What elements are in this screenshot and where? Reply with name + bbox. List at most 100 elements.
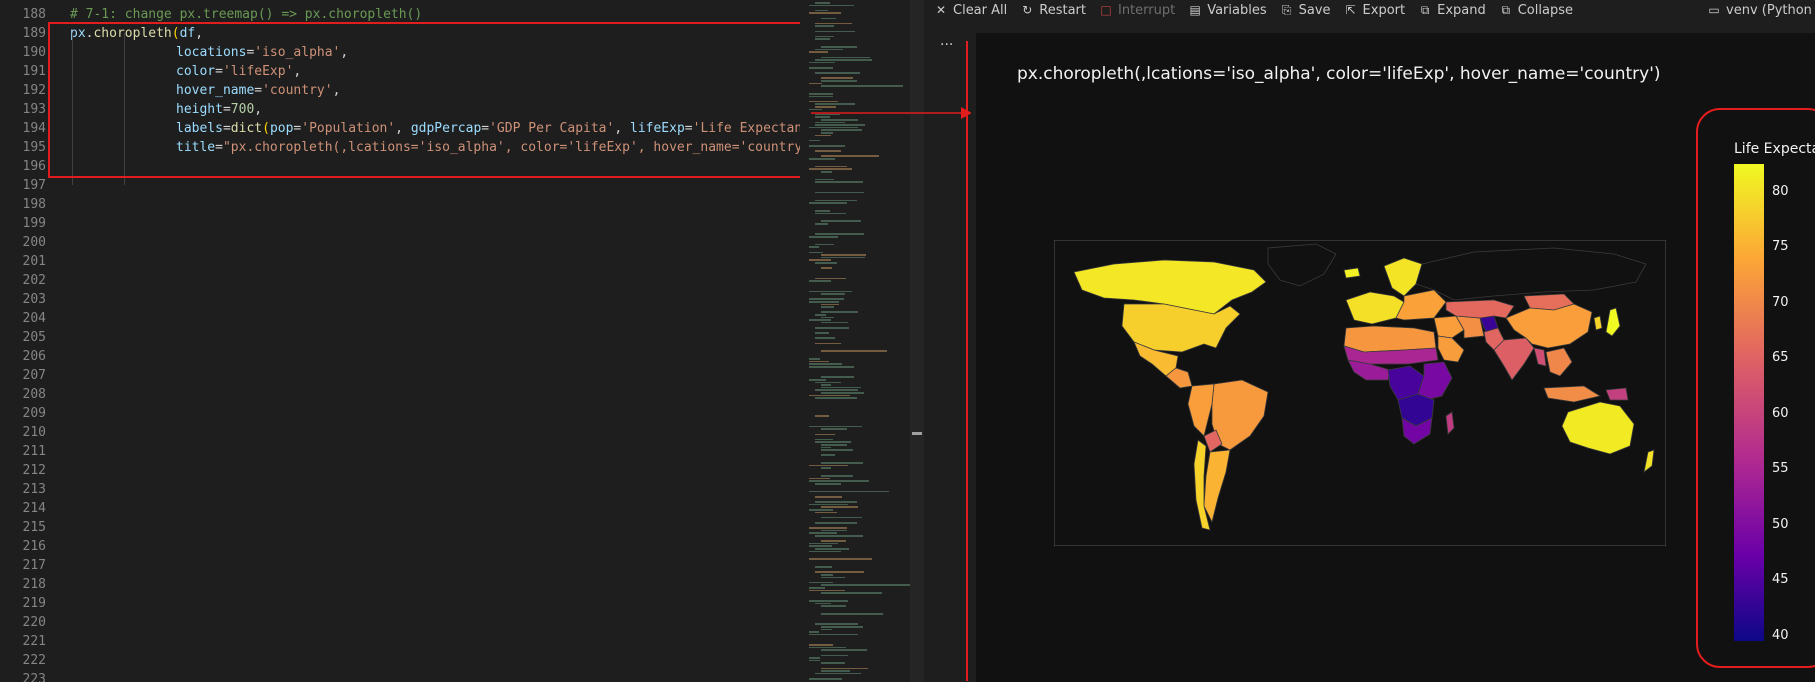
minimap-line [821, 321, 848, 324]
colorbar-tick-label: 80 [1772, 183, 1789, 199]
minimap-line [809, 509, 833, 511]
scrollbar-thumb[interactable] [912, 432, 922, 435]
kernel-picker[interactable]: ▭ venv (Python 3.11 [1707, 0, 1815, 20]
minimap-line [815, 381, 841, 384]
minimap-line [809, 587, 825, 589]
map-region-iceland[interactable] [1343, 267, 1361, 279]
map-region-central-asia[interactable] [1445, 299, 1515, 319]
collapse-label: Collapse [1517, 2, 1573, 18]
line-number: 189 [22, 26, 46, 41]
choropleth-map[interactable] [1054, 240, 1666, 546]
minimap-line [809, 379, 827, 381]
minimap-line [821, 267, 832, 269]
code-line[interactable]: 204 [0, 309, 800, 328]
code-line[interactable]: 220 [0, 613, 800, 632]
minimap-line [821, 605, 847, 607]
colorbar-tick-label: 65 [1772, 350, 1789, 366]
minimap-line [809, 139, 820, 142]
minimap-line [815, 548, 849, 550]
minimap-line [809, 394, 851, 397]
code-line[interactable]: 214 [0, 499, 800, 518]
minimap-line [821, 475, 854, 477]
minimap-line [809, 236, 838, 238]
export-button[interactable]: ⇱ Export [1344, 3, 1406, 18]
code-line[interactable]: 218 [0, 575, 800, 594]
code-line[interactable]: 207 [0, 366, 800, 385]
line-number: 207 [22, 368, 46, 383]
minimap-line [821, 670, 850, 672]
minimap-line [815, 314, 826, 316]
minimap-line [809, 425, 863, 428]
line-number: 210 [22, 425, 46, 440]
save-button[interactable]: ⎘ Save [1280, 3, 1331, 18]
code-line[interactable]: 212 [0, 461, 800, 480]
code-line[interactable]: 205 [0, 328, 800, 347]
minimap-line [815, 199, 857, 202]
code-line[interactable]: 222 [0, 651, 800, 670]
interrupt-button[interactable]: □ Interrupt [1099, 3, 1175, 18]
code-line[interactable]: 198 [0, 195, 800, 214]
minimap-line [815, 233, 865, 235]
code-line[interactable]: 200 [0, 233, 800, 252]
code-line[interactable]: 221 [0, 632, 800, 651]
restart-button[interactable]: ↻ Restart [1020, 3, 1086, 18]
minimap-line [815, 181, 863, 183]
code-line[interactable]: 211 [0, 442, 800, 461]
code-line[interactable]: 215 [0, 518, 800, 537]
map-region-north-africa[interactable] [1343, 325, 1437, 353]
expand-button[interactable]: ⧉ Expand [1418, 3, 1486, 18]
code-line[interactable]: 217 [0, 556, 800, 575]
minimap-line [821, 303, 840, 306]
minimap-line [815, 134, 832, 137]
code-line[interactable]: 201 [0, 252, 800, 271]
minimap-line [815, 566, 833, 568]
minimap-line [821, 446, 832, 449]
code-line[interactable]: 216 [0, 537, 800, 556]
line-number: 194 [22, 121, 46, 136]
minimap-line [809, 659, 820, 662]
minimap-line [809, 246, 819, 248]
line-number: 190 [22, 45, 46, 60]
map-region-papua-new-guinea[interactable] [1605, 387, 1629, 401]
line-number: 199 [22, 216, 46, 231]
line-number: 212 [22, 463, 46, 478]
minimap-line [821, 132, 834, 134]
collapse-button[interactable]: ⧉ Collapse [1499, 3, 1573, 18]
minimap-line [809, 360, 830, 363]
minimap-line [809, 558, 872, 560]
code-line[interactable]: 199 [0, 214, 800, 233]
minimap-line [809, 251, 823, 254]
code-editor[interactable]: 188 # 7-1: change px.treemap() => px.chor… [0, 0, 800, 682]
minimap-line [809, 633, 858, 636]
expand-icon: ⧉ [1420, 2, 1430, 17]
line-number: 208 [22, 387, 46, 402]
minimap-line [809, 646, 846, 649]
code-line[interactable]: 206 [0, 347, 800, 366]
code-line[interactable]: 202 [0, 271, 800, 290]
code-line[interactable]: 209 [0, 404, 800, 423]
code-line[interactable]: 213 [0, 480, 800, 499]
code-line[interactable]: 197 [0, 176, 800, 195]
code-line[interactable]: 203 [0, 290, 800, 309]
code-line[interactable]: 208 [0, 385, 800, 404]
line-number: 191 [22, 64, 46, 79]
minimap-line [821, 649, 868, 651]
code-line[interactable]: 210 [0, 423, 800, 442]
minimap-line [809, 168, 853, 170]
code-line[interactable]: 223 [0, 670, 800, 682]
minimap-line [809, 678, 843, 680]
minimap-line [815, 672, 861, 675]
colorbar-gradient [1734, 164, 1764, 641]
minimap-line [815, 483, 842, 485]
export-icon: ⇱ [1345, 3, 1356, 17]
line-number: 211 [22, 444, 46, 459]
colorbar-tick-label: 55 [1772, 461, 1789, 477]
minimap-line [815, 262, 837, 264]
minimap-line [809, 477, 830, 480]
colorbar-tick-label: 40 [1772, 627, 1789, 643]
chart-title: px.choropleth(,lcations='iso_alpha', col… [1017, 64, 1661, 84]
line-number: 195 [22, 140, 46, 155]
line-number: 221 [22, 634, 46, 649]
variables-button[interactable]: ▤ Variables [1188, 3, 1267, 18]
code-line[interactable]: 219 [0, 594, 800, 613]
